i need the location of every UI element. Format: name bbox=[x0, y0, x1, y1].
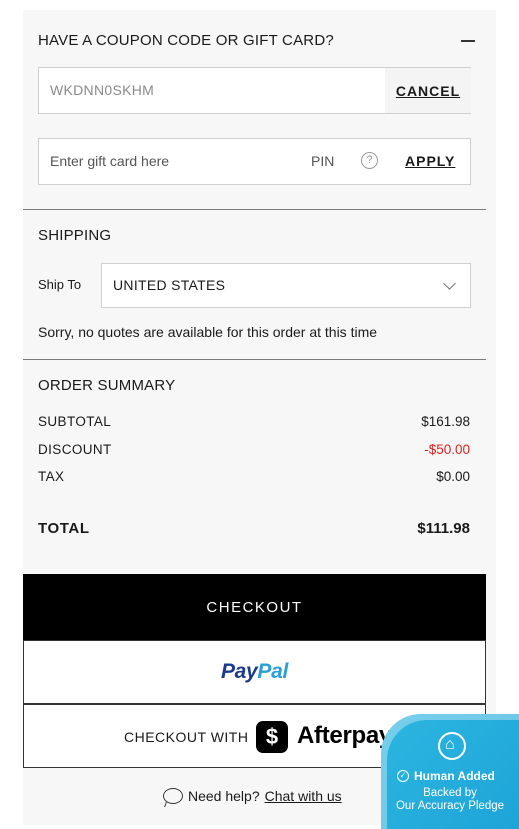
divider bbox=[23, 209, 486, 210]
gift-card-input[interactable]: Enter gift card here bbox=[50, 153, 169, 169]
paypal-button[interactable]: PayPal bbox=[23, 640, 486, 704]
total-value: $111.98 bbox=[417, 520, 470, 537]
divider bbox=[23, 359, 486, 360]
afterpay-prefix: CHECKOUT WITH bbox=[124, 729, 249, 745]
discount-label: DISCOUNT bbox=[38, 442, 112, 457]
home-icon bbox=[438, 732, 466, 760]
coupon-code-value[interactable]: WKDNN0SKHM bbox=[50, 82, 154, 98]
pledge-title: ✓ Human Added bbox=[397, 769, 495, 783]
coupon-heading: HAVE A COUPON CODE OR GIFT CARD? bbox=[38, 32, 334, 49]
ship-to-label: Ship To bbox=[38, 277, 82, 292]
tax-label: TAX bbox=[38, 469, 65, 484]
country-value: UNITED STATES bbox=[113, 277, 226, 293]
accuracy-pledge-badge[interactable]: ✓ Human Added Backed by Our Accuracy Ple… bbox=[381, 714, 519, 829]
cancel-button[interactable]: CANCEL bbox=[385, 68, 471, 113]
subtotal-label: SUBTOTAL bbox=[38, 414, 112, 429]
country-select[interactable]: UNITED STATES bbox=[101, 263, 471, 308]
shipping-message: Sorry, no quotes are available for this … bbox=[38, 324, 378, 340]
discount-value: -$50.00 bbox=[424, 442, 470, 457]
minus-icon[interactable] bbox=[461, 40, 475, 42]
gift-card-field: Enter gift card here PIN ? APPLY bbox=[38, 138, 471, 185]
cancel-button-label: CANCEL bbox=[395, 82, 461, 99]
cart-panel: HAVE A COUPON CODE OR GIFT CARD? WKDNN0S… bbox=[23, 10, 496, 825]
checkout-button-label: CHECKOUT bbox=[206, 598, 303, 616]
paypal-logo-pay: Pay bbox=[220, 660, 258, 683]
subtotal-value: $161.98 bbox=[421, 414, 470, 429]
paypal-logo-pal: Pal bbox=[257, 660, 289, 683]
chevron-down-icon bbox=[443, 277, 456, 290]
pledge-title-text: Human Added bbox=[414, 769, 495, 783]
checkout-button[interactable]: CHECKOUT bbox=[23, 574, 486, 640]
help-text: Need help? bbox=[188, 788, 260, 804]
coupon-field[interactable]: WKDNN0SKHM CANCEL bbox=[38, 67, 471, 114]
help-row: Need help? Chat with us bbox=[163, 788, 342, 804]
pledge-line-1: Backed by bbox=[423, 787, 477, 799]
shipping-heading: SHIPPING bbox=[38, 227, 112, 244]
help-circle-icon[interactable]: ? bbox=[361, 152, 378, 169]
pin-input[interactable]: PIN bbox=[311, 153, 334, 169]
afterpay-logo: Afterpay bbox=[297, 722, 392, 749]
afterpay-icon: $ bbox=[256, 721, 288, 753]
tax-value: $0.00 bbox=[436, 469, 470, 484]
chat-link[interactable]: Chat with us bbox=[265, 788, 342, 804]
order-summary-heading: ORDER SUMMARY bbox=[38, 377, 176, 394]
chat-bubble-icon bbox=[163, 788, 183, 804]
total-label: TOTAL bbox=[38, 520, 90, 537]
apply-button[interactable]: APPLY bbox=[405, 153, 455, 169]
pledge-line-2: Our Accuracy Pledge bbox=[395, 800, 505, 812]
check-circle-icon: ✓ bbox=[397, 770, 409, 782]
paypal-logo: PayPal bbox=[221, 660, 288, 684]
